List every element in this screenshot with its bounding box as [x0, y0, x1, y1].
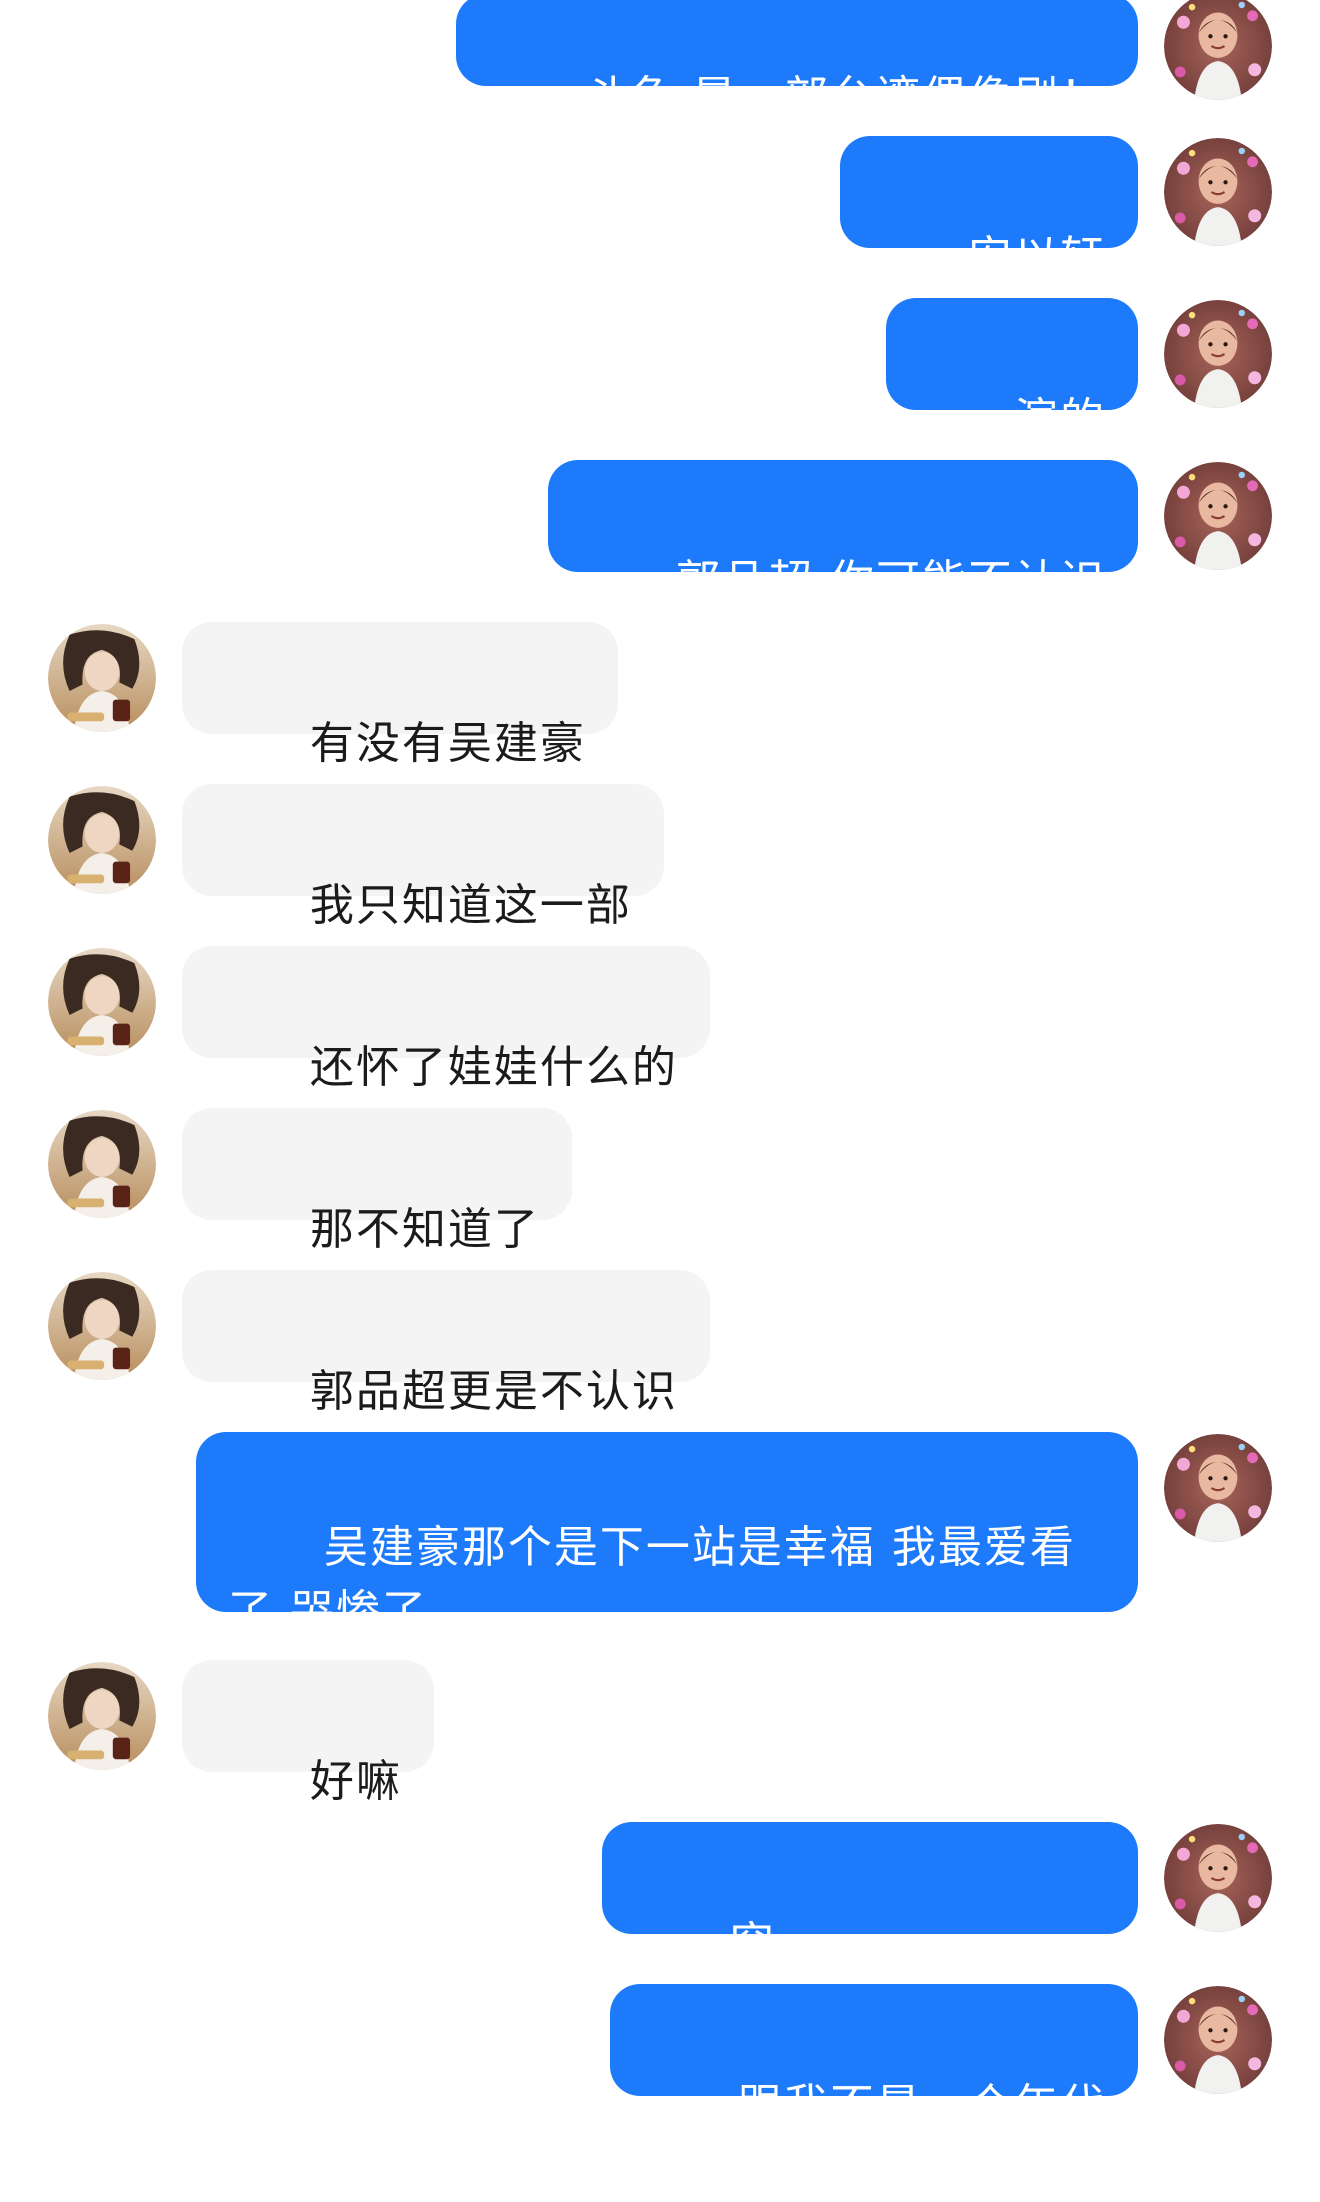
message-bubble-outgoing[interactable]: 演的 — [886, 298, 1138, 445]
message-text: 还怀了娃娃什么的 — [309, 1042, 678, 1093]
avatar-icon[interactable] — [1164, 0, 1272, 100]
message-text: 突 — [729, 1918, 776, 1969]
message-bubble-outgoing[interactable]: 吴建豪那个是下一站是幸福 我最爱看了 哭惨了 — [196, 1432, 1138, 1637]
message-bubble-outgoing[interactable]: 郭品超 你可能不认识 — [548, 460, 1138, 607]
message-bubble-outgoing[interactable]: 突 — [602, 1822, 1138, 2030]
chat-thread[interactable]: 斗鱼 是一部台湾偶像剧！ 安以轩 演的 郭品超 你可能不认识 有没有吴建豪 我只… — [0, 0, 1320, 2131]
message-text: 那不知道了 — [309, 1204, 540, 1255]
message-text: 郭品超 你可能不认识 — [676, 556, 1106, 607]
message-bubble-incoming[interactable]: 那不知道了 — [182, 1108, 572, 1255]
message-text: 演的 — [1014, 394, 1106, 445]
avatar-icon[interactable] — [48, 1110, 156, 1218]
avatar-icon[interactable] — [1164, 138, 1272, 246]
message-text: 好嘛 — [309, 1756, 402, 1807]
message-text: 跟我不是一个年代 — [738, 2080, 1106, 2131]
message-bubble-outgoing[interactable]: 安以轩 — [840, 136, 1138, 283]
message-text: 吴建豪那个是下一站是幸福 我最爱看了 哭惨了 — [228, 1522, 1076, 1637]
message-bubble-incoming[interactable]: 有没有吴建豪 — [182, 622, 618, 769]
avatar-icon[interactable] — [48, 1662, 156, 1770]
message-bubble-incoming[interactable]: 好嘛 — [182, 1660, 434, 1807]
message-text: 斗鱼 是一部台湾偶像剧！ — [584, 72, 1106, 123]
avatar-icon[interactable] — [1164, 300, 1272, 408]
message-bubble-outgoing[interactable]: 斗鱼 是一部台湾偶像剧！ — [456, 0, 1138, 123]
avatar-icon[interactable] — [1164, 462, 1272, 570]
message-text: 有没有吴建豪 — [309, 718, 586, 769]
message-bubble-incoming[interactable]: 还怀了娃娃什么的 — [182, 946, 710, 1093]
avatar-icon[interactable] — [48, 624, 156, 732]
message-text: 安以轩 — [968, 232, 1106, 283]
avatar-icon[interactable] — [48, 1272, 156, 1380]
avatar-icon[interactable] — [1164, 1824, 1272, 1932]
message-text: 郭品超更是不认识 — [309, 1366, 678, 1417]
avatar-icon[interactable] — [1164, 1986, 1272, 2094]
message-bubble-incoming[interactable]: 我只知道这一部 — [182, 784, 664, 931]
avatar-icon[interactable] — [48, 948, 156, 1056]
message-text: 我只知道这一部 — [309, 880, 632, 931]
message-bubble-outgoing[interactable]: 跟我不是一个年代 — [610, 1984, 1138, 2131]
message-bubble-incoming[interactable]: 郭品超更是不认识 — [182, 1270, 710, 1417]
avatar-icon[interactable] — [1164, 1434, 1272, 1542]
avatar-icon[interactable] — [48, 786, 156, 894]
